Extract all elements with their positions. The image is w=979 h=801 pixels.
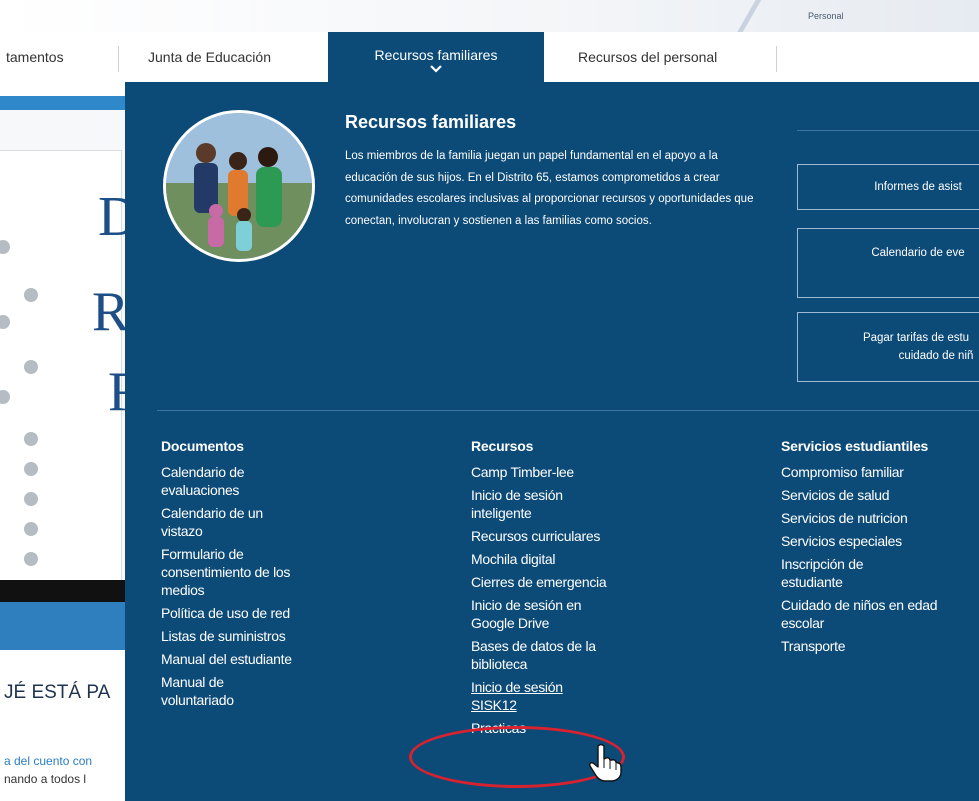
menu-title: Recursos familiares	[345, 112, 517, 132]
hero-letter: R	[108, 360, 125, 424]
link-transporte[interactable]: Transporte	[781, 637, 979, 655]
notebook-ring	[24, 288, 38, 302]
notebook-ring	[24, 462, 38, 476]
blue-band	[0, 602, 125, 650]
column-documentos: Documentos Calendario de evaluaciones Ca…	[161, 438, 361, 714]
link-formulario-consentimiento[interactable]: Formulario de consentimiento de los medi…	[161, 545, 337, 599]
background-page: D R R JÉ ESTÁ PA a del cuento con nando …	[0, 82, 125, 801]
column-heading: Servicios estudiantiles	[781, 438, 929, 454]
link-manual-voluntariado[interactable]: Manual de voluntariado	[161, 673, 261, 709]
divider	[797, 130, 979, 131]
chevron-down-icon	[430, 65, 442, 73]
events-calendar-button[interactable]: Calendario de eve	[797, 228, 979, 298]
decorative-graphic	[720, 0, 780, 32]
link-inscripcion-estudiante[interactable]: Inscripción de estudiante	[781, 555, 901, 591]
hero-letter: R	[92, 281, 125, 343]
link-list: Compromiso familiar Servicios de salud S…	[781, 463, 979, 655]
nav-item-recursos-familiares[interactable]: Recursos familiares	[328, 32, 544, 82]
link-calendario-evaluaciones[interactable]: Calendario de evaluaciones	[161, 463, 279, 499]
link-cuidado-ninos[interactable]: Cuidado de niños en edad escolar	[781, 596, 941, 632]
link-manual-estudiante[interactable]: Manual del estudiante	[161, 650, 361, 668]
column-heading: Documentos	[161, 438, 244, 454]
link-list: Calendario de evaluaciones Calendario de…	[161, 463, 361, 709]
link-bases-datos-biblioteca[interactable]: Bases de datos de la biblioteca	[471, 637, 621, 673]
personal-label[interactable]: Personal	[808, 11, 844, 21]
notebook-ring	[24, 492, 38, 506]
hero-image: D R R	[0, 110, 125, 582]
nav-item-recursos-personal[interactable]: Recursos del personal	[578, 49, 717, 65]
pay-fees-button[interactable]: Pagar tarifas de estu cuidado de niñ	[797, 312, 979, 382]
nav-item-junta[interactable]: Junta de Educación	[148, 49, 271, 65]
link-recursos-curriculares[interactable]: Recursos curriculares	[471, 527, 671, 545]
link-servicios-nutricion[interactable]: Servicios de nutricion	[781, 509, 979, 527]
mega-menu-panel: Recursos familiares Los miembros de la f…	[125, 82, 979, 801]
hero-footer-bar	[0, 580, 125, 602]
column-heading: Recursos	[471, 438, 534, 454]
button-label: Calendario de eve	[871, 247, 965, 259]
link-calendario-vistazo[interactable]: Calendario de un vistazo	[161, 504, 289, 540]
button-label: Informes de asist	[874, 181, 962, 193]
link-servicios-salud[interactable]: Servicios de salud	[781, 486, 979, 504]
link-servicios-especiales[interactable]: Servicios especiales	[781, 532, 979, 550]
nav-separator	[776, 46, 777, 72]
column-recursos: Recursos Camp Timber-lee Inicio de sesió…	[471, 438, 671, 742]
link-politica-uso-red[interactable]: Política de uso de red	[161, 604, 361, 622]
nav-item-label: Recursos familiares	[374, 47, 498, 63]
family-photo	[163, 110, 315, 262]
divider	[157, 410, 979, 411]
link-camp-timber-lee[interactable]: Camp Timber-lee	[471, 463, 671, 481]
top-strip: Personal	[0, 0, 979, 32]
link-sisk12-login[interactable]: Inicio de sesión SISK12	[471, 678, 591, 714]
nav-item-departamentos[interactable]: tamentos	[6, 49, 64, 65]
hand-pointer-icon	[589, 743, 622, 782]
link-compromiso-familiar[interactable]: Compromiso familiar	[781, 463, 979, 481]
banner-band	[0, 96, 125, 110]
attendance-reports-button[interactable]: Informes de asist	[797, 164, 979, 210]
link-mochila-digital[interactable]: Mochila digital	[471, 550, 671, 568]
nav-separator	[118, 46, 119, 72]
notebook-ring	[24, 432, 38, 446]
link-list: Camp Timber-lee Inicio de sesión intelig…	[471, 463, 671, 737]
notebook-ring	[24, 522, 38, 536]
notebook-ring	[24, 360, 38, 374]
link-google-drive[interactable]: Inicio de sesión en Google Drive	[471, 596, 611, 632]
notebook-ring	[24, 552, 38, 566]
link-listas-suministros[interactable]: Listas de suministros	[161, 627, 361, 645]
column-servicios-estudiantiles: Servicios estudiantiles Compromiso famil…	[781, 438, 979, 660]
button-label-group: Pagar tarifas de estu cuidado de niñ	[859, 329, 974, 365]
section-heading: JÉ ESTÁ PA	[4, 682, 111, 703]
link-inicio-sesion-inteligente[interactable]: Inicio de sesión inteligente	[471, 486, 601, 522]
article-text: nando a todos l	[4, 772, 87, 786]
menu-description: Los miembros de la familia juegan un pap…	[345, 150, 754, 227]
family-photo-image	[166, 113, 312, 259]
main-nav: tamentos Junta de Educación Recursos fam…	[0, 32, 979, 82]
link-cierres-emergencia[interactable]: Cierres de emergencia	[471, 573, 671, 591]
button-label: Pagar tarifas de estu	[862, 332, 970, 344]
hero-letter: D	[98, 186, 125, 248]
button-label-line2: cuidado de niñ	[898, 350, 974, 362]
article-link[interactable]: a del cuento con	[4, 754, 92, 768]
